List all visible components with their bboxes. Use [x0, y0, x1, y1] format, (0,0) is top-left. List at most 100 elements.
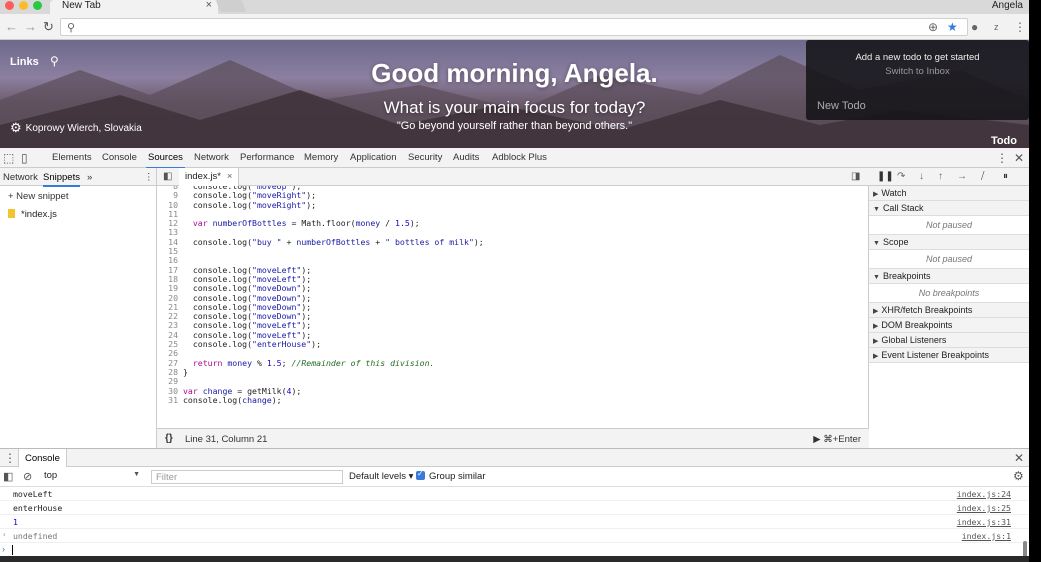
console-message: 1 index.js:31	[0, 515, 1029, 529]
tab-close-icon[interactable]: ×	[206, 0, 212, 11]
drawer-tab-bar: ⋮ Console ✕	[0, 449, 1029, 467]
scrollbar[interactable]	[1023, 541, 1027, 557]
snippet-file-item[interactable]: *index.js	[8, 209, 57, 220]
tab-performance[interactable]: Performance	[240, 152, 294, 163]
watch-section[interactable]: ▶ Watch	[869, 186, 1029, 201]
back-icon[interactable]: ←	[5, 19, 18, 34]
navigator-menu-icon[interactable]: ⋮	[144, 172, 154, 183]
more-tabs-icon[interactable]: »	[87, 172, 92, 183]
toggle-navigator-icon[interactable]: ◧	[163, 171, 172, 182]
code-area[interactable]: 8 console.log("moveUp"); 9 console.log("m…	[157, 186, 869, 428]
switch-to-inbox-link[interactable]: Switch to Inbox	[806, 66, 1029, 77]
drawer-menu-icon[interactable]: ⋮	[4, 451, 16, 465]
new-todo-input[interactable]: New Todo	[817, 100, 866, 112]
step-out-icon[interactable]: ↑	[938, 171, 943, 182]
line-number[interactable]: 31	[157, 395, 178, 405]
console-prompt[interactable]: ›	[0, 543, 1029, 557]
code-line[interactable]: 10 console.log("moveRight");	[157, 200, 869, 210]
tab-sources[interactable]: Sources	[146, 152, 185, 169]
close-drawer-icon[interactable]: ✕	[1014, 451, 1024, 465]
run-snippet-button[interactable]: ▶ ⌘+Enter	[813, 434, 861, 445]
profile-name[interactable]: Angela	[992, 0, 1023, 11]
code-line[interactable]: 12 var numberOfBottles = Math.floor(mone…	[157, 218, 869, 228]
editor-tab-index-js[interactable]: index.js* ×	[179, 168, 240, 186]
group-similar-checkbox[interactable]: Group similar	[416, 469, 486, 482]
deactivate-breakpoints-icon[interactable]: ⧸	[981, 171, 984, 182]
message-source-link[interactable]: index.js:25	[957, 503, 1011, 513]
close-tab-icon[interactable]: ×	[227, 171, 233, 182]
message-text: enterHouse	[13, 503, 63, 513]
location-icon[interactable]: ⊕	[928, 20, 938, 34]
code-line[interactable]: 31 console.log(change);	[157, 395, 869, 405]
call-stack-section[interactable]: ▼ Call Stack	[869, 201, 1029, 216]
tab-network[interactable]: Network	[194, 152, 229, 163]
console-settings-gear-icon[interactable]: ⚙	[1013, 469, 1024, 483]
minimize-window-button[interactable]	[19, 1, 28, 10]
breakpoints-section[interactable]: ▼ Breakpoints	[869, 269, 1029, 284]
tab-security[interactable]: Security	[408, 152, 442, 163]
step-into-icon[interactable]: ↓	[919, 171, 924, 182]
close-window-button[interactable]	[5, 1, 14, 10]
code-line[interactable]: 15	[157, 246, 869, 256]
browser-tab[interactable]: New Tab ×	[50, 0, 218, 14]
log-levels-dropdown[interactable]: Default levels ▾	[349, 471, 413, 482]
step-icon[interactable]: →	[957, 171, 967, 182]
dom-breakpoints-section[interactable]: ▶ DOM Breakpoints	[869, 318, 1029, 333]
menu-icon[interactable]: ⋮	[1014, 20, 1026, 34]
xhr-breakpoints-section[interactable]: ▶ XHR/fetch Breakpoints	[869, 303, 1029, 318]
message-source-link[interactable]: index.js:24	[957, 489, 1011, 499]
filter-input[interactable]: Filter	[151, 470, 343, 484]
gear-icon[interactable]: ⚙	[10, 120, 22, 135]
watch-label: Watch	[881, 188, 907, 198]
new-snippet-button[interactable]: + New snippet	[8, 191, 68, 202]
scope-label: Scope	[882, 237, 909, 247]
code-line[interactable]: 27 return money % 1.5; //Remainder of th…	[157, 358, 869, 368]
close-devtools-icon[interactable]: ✕	[1014, 151, 1024, 165]
tab-application[interactable]: Application	[350, 152, 396, 163]
search-icon: ⚲	[67, 22, 76, 34]
message-text: moveLeft	[13, 489, 53, 499]
step-over-icon[interactable]: ↷	[897, 171, 905, 182]
pause-icon[interactable]: ❚❚	[877, 171, 894, 182]
tab-snippets[interactable]: Snippets	[43, 172, 80, 187]
todo-button[interactable]: Todo	[991, 135, 1017, 147]
reload-icon[interactable]: ↻	[43, 19, 54, 35]
bookmark-star-icon[interactable]: ★	[947, 20, 958, 34]
message-text: undefined	[13, 531, 58, 541]
event-listener-breakpoints-section[interactable]: ▶ Event Listener Breakpoints	[869, 348, 1029, 363]
address-bar[interactable]: ⚲	[60, 18, 968, 36]
clear-console-icon[interactable]: ⊘	[23, 470, 32, 483]
console-toolbar: ◧ ⊘ top ▼ Filter Default levels ▾ Group …	[0, 467, 1029, 487]
toggle-debugger-icon[interactable]: ◨	[851, 171, 860, 182]
tab-memory[interactable]: Memory	[304, 152, 338, 163]
pretty-print-button[interactable]: {}	[165, 433, 173, 444]
tab-console[interactable]: Console	[102, 152, 137, 163]
tab-adblock-plus[interactable]: Adblock Plus	[492, 152, 547, 163]
collapse-icon: ▼	[873, 240, 880, 247]
location[interactable]: ⚙ Koprowy Wierch, Slovakia	[10, 120, 142, 136]
code-line[interactable]: 28}	[157, 367, 869, 377]
scope-section[interactable]: ▼ Scope	[869, 235, 1029, 250]
inspect-element-icon[interactable]: ⬚	[3, 151, 14, 165]
pause-on-exceptions-icon[interactable]: ⏸	[1003, 171, 1008, 182]
debugger-toolbar: ❚❚ ↷ ↓ ↑ → ⧸ ⏸	[869, 168, 1029, 186]
zoom-window-button[interactable]	[33, 1, 42, 10]
console-sidebar-icon[interactable]: ◧	[3, 470, 13, 483]
code-line[interactable]: 25 console.log("enterHouse");	[157, 339, 869, 349]
tab-audits[interactable]: Audits	[453, 152, 479, 163]
extension-icon[interactable]: ●	[971, 20, 978, 34]
tab-elements[interactable]: Elements	[52, 152, 92, 163]
message-source-link[interactable]: index.js:1	[962, 531, 1011, 541]
message-source-link[interactable]: index.js:31	[957, 517, 1011, 527]
global-listeners-section[interactable]: ▶ Global Listeners	[869, 333, 1029, 348]
tab-network-navigator[interactable]: Network	[3, 172, 38, 183]
context-selector[interactable]: top ▼	[44, 470, 142, 484]
new-tab-button[interactable]	[215, 0, 247, 12]
tab-console-drawer[interactable]: Console	[18, 449, 67, 467]
extension-z-icon[interactable]: z	[994, 22, 999, 32]
code-line[interactable]: 14 console.log("buy " + numberOfBottles …	[157, 237, 869, 247]
more-options-icon[interactable]: ⋮	[996, 151, 1008, 165]
forward-icon[interactable]: →	[24, 19, 37, 34]
checkbox-checked-icon[interactable]	[416, 469, 425, 480]
device-toolbar-icon[interactable]: ▯	[21, 151, 28, 165]
